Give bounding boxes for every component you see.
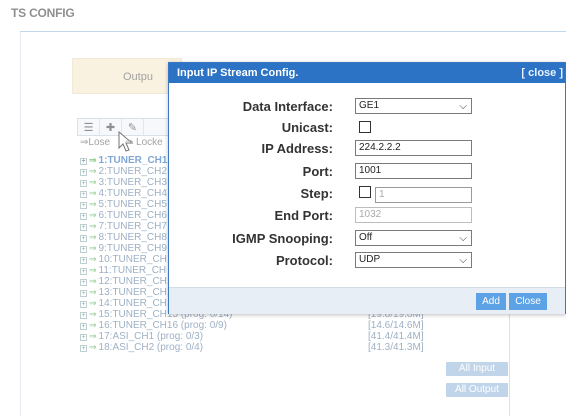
ip-address-label: IP Address:: [261, 141, 333, 156]
close-button[interactable]: Close: [509, 293, 547, 310]
unicast-checkbox[interactable]: [359, 121, 371, 133]
protocol-value: UDP: [359, 254, 381, 265]
step-label: Step:: [300, 186, 334, 201]
dialog-close-link[interactable]: [ close ]: [521, 67, 563, 79]
dialog-header: Input IP Stream Config. [ close ]: [169, 63, 565, 83]
dialog-title: Input IP Stream Config.: [177, 67, 299, 79]
step-row: Step: 1: [169, 185, 565, 203]
protocol-row: Protocol: UDP ⌵: [169, 252, 565, 270]
data-interface-select[interactable]: GE1 ⌵: [355, 98, 472, 114]
igmp-snooping-row: IGMP Snooping: Off ⌵: [169, 230, 565, 248]
unicast-row: Unicast:: [169, 119, 565, 137]
dialog-footer: Add Close: [169, 287, 565, 314]
data-interface-row: Data Interface: GE1 ⌵: [169, 98, 565, 116]
add-button[interactable]: Add: [476, 293, 506, 310]
data-interface-label: Data Interface:: [242, 99, 333, 114]
end-port-input[interactable]: 1032: [355, 207, 472, 223]
chevron-down-icon: ⌵: [459, 101, 467, 112]
chevron-down-icon: ⌵: [459, 255, 467, 266]
step-checkbox[interactable]: [359, 186, 371, 198]
input-ip-stream-dialog: Input IP Stream Config. [ close ] Data I…: [168, 62, 566, 314]
port-row: Port: 1001: [169, 163, 565, 181]
step-input[interactable]: 1: [375, 187, 472, 203]
igmp-snooping-value: Off: [359, 232, 373, 243]
end-port-row: End Port: 1032: [169, 207, 565, 225]
chevron-down-icon: ⌵: [459, 233, 467, 244]
igmp-snooping-select[interactable]: Off ⌵: [355, 230, 472, 246]
ip-address-row: IP Address: 224.2.2.2: [169, 140, 565, 158]
protocol-label: Protocol:: [275, 253, 333, 268]
data-interface-value: GE1: [359, 100, 380, 111]
igmp-snooping-label: IGMP Snooping:: [232, 231, 333, 246]
protocol-select[interactable]: UDP ⌵: [355, 252, 472, 268]
port-label: Port:: [302, 164, 333, 179]
ip-address-input[interactable]: 224.2.2.2: [355, 140, 472, 156]
end-port-label: End Port:: [274, 208, 334, 223]
unicast-label: Unicast:: [281, 120, 333, 135]
port-input[interactable]: 1001: [355, 163, 472, 179]
